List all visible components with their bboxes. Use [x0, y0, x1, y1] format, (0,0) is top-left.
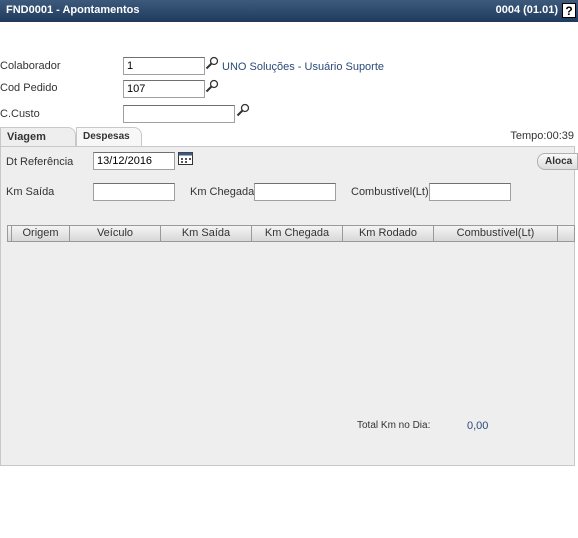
grid-col-veiculo[interactable]: Veículo — [70, 226, 161, 241]
ccusto-label: C.Custo — [0, 108, 40, 120]
tab-despesas[interactable]: Despesas — [76, 127, 142, 146]
colaborador-input[interactable] — [123, 57, 205, 75]
km-saida-label: Km Saída — [6, 186, 55, 198]
help-icon[interactable]: ? — [562, 3, 576, 18]
grid-col-km-chegada[interactable]: Km Chegada — [252, 226, 343, 241]
km-saida-input[interactable] — [93, 183, 175, 201]
colaborador-label: Colaborador — [0, 60, 61, 72]
grid-col-filler — [558, 226, 574, 241]
ccusto-input[interactable] — [123, 105, 235, 123]
km-chegada-label: Km Chegada — [190, 186, 255, 198]
grid-col-combustivel[interactable]: Combustível(Lt) — [434, 226, 558, 241]
viagem-grid-header: Origem Veículo Km Saída Km Chegada Km Ro… — [7, 225, 575, 242]
dt-referencia-label: Dt Referência — [6, 156, 74, 168]
window-code: 0004 (01.01) — [495, 4, 558, 16]
colaborador-search-icon[interactable] — [205, 56, 219, 70]
calendar-icon[interactable] — [178, 152, 193, 165]
title-bar: FND0001 - Apontamentos 0004 (01.01) ? — [0, 0, 578, 22]
elapsed-time: Tempo:00:39 — [510, 130, 574, 142]
dt-referencia-input[interactable] — [93, 152, 175, 170]
total-km-label: Total Km no Dia: — [357, 420, 431, 431]
km-chegada-input[interactable] — [254, 183, 336, 201]
ccusto-search-icon[interactable] — [236, 103, 250, 117]
grid-col-km-saida[interactable]: Km Saída — [161, 226, 252, 241]
viagem-grid-body — [7, 242, 575, 397]
total-km-value: 0,00 — [467, 420, 489, 432]
cod-pedido-search-icon[interactable] — [205, 79, 219, 93]
tab-viagem[interactable]: Viagem — [0, 127, 76, 146]
combustivel-input[interactable] — [429, 183, 511, 201]
combustivel-label: Combustível(Lt) — [351, 186, 429, 198]
cod-pedido-input[interactable] — [123, 80, 205, 98]
aloca-button[interactable]: Aloca — [537, 153, 578, 170]
cod-pedido-label: Cod Pedido — [0, 82, 58, 94]
window-title: FND0001 - Apontamentos — [6, 4, 140, 16]
colaborador-name: UNO Soluções - Usuário Suporte — [222, 61, 385, 73]
grid-col-km-rodado[interactable]: Km Rodado — [343, 226, 434, 241]
grid-col-origem[interactable]: Origem — [12, 226, 70, 241]
